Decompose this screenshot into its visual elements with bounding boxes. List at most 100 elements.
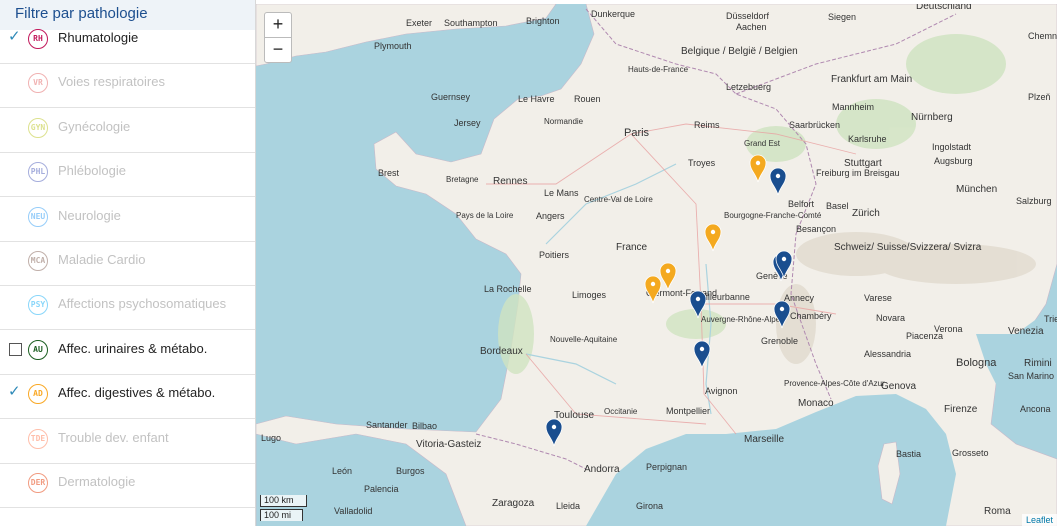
place-label: Paris bbox=[624, 127, 650, 139]
category-badge-icon: NEU bbox=[28, 206, 48, 227]
place-label: Burgos bbox=[396, 466, 425, 476]
filter-panel: Filtre par pathologie ✓ RH Rhumatologie VR V… bbox=[0, 0, 256, 526]
category-badge-icon: RH bbox=[28, 29, 48, 49]
place-label: Freiburg im Breisgau bbox=[816, 168, 900, 178]
filter-row-neu[interactable]: NEU Neurologie bbox=[0, 198, 255, 242]
scale-bar-km: 100 km bbox=[260, 495, 307, 507]
place-label: Deutschland bbox=[916, 4, 972, 12]
map-canvas[interactable]: Exeter Southampton Brighton Dunkerque Düssel… bbox=[256, 4, 1057, 526]
place-label: Provence-Alpes-Côte d'Azur bbox=[784, 379, 885, 388]
place-label: Le Havre bbox=[518, 94, 555, 104]
category-badge-icon: DER bbox=[28, 473, 48, 493]
place-label: Annecy bbox=[784, 293, 815, 303]
zoom-out-button[interactable]: − bbox=[264, 37, 292, 63]
filter-row-vr[interactable]: VR Voies respiratoires bbox=[0, 64, 255, 109]
place-label: Roma bbox=[984, 506, 1011, 517]
checkmark-icon[interactable]: ✓ bbox=[8, 29, 22, 44]
place-label: Jersey bbox=[454, 118, 481, 128]
place-label: Dunkerque bbox=[591, 9, 635, 19]
place-label: Firenze bbox=[944, 404, 978, 415]
place-label: Vitoria-Gasteiz bbox=[416, 439, 481, 450]
scale-bar-mi: 100 mi bbox=[260, 509, 303, 521]
place-label: Bretagne bbox=[446, 175, 479, 184]
filter-row-au[interactable]: AU Affec. urinaires & métabo. bbox=[0, 331, 255, 375]
place-label: Belfort bbox=[788, 199, 815, 209]
filter-row-ad[interactable]: ✓ AD Affec. digestives & métabo. bbox=[0, 375, 255, 420]
filter-row-mca[interactable]: MCA Maladie Cardio bbox=[0, 242, 255, 286]
place-label: Plzeň bbox=[1028, 92, 1051, 102]
place-label: Belgique / België / Belgien bbox=[681, 46, 798, 57]
place-label: Occitanie bbox=[604, 407, 638, 416]
place-label: Le Mans bbox=[544, 188, 579, 198]
place-label: Lugo bbox=[261, 433, 281, 443]
place-label: Rennes bbox=[493, 176, 527, 187]
filter-row-der[interactable]: DER Dermatologie bbox=[0, 464, 255, 508]
category-badge-icon: GYN bbox=[28, 117, 48, 138]
place-label: Alessandria bbox=[864, 349, 911, 359]
place-label: Marseille bbox=[744, 434, 784, 445]
place-label: Pays de la Loire bbox=[456, 211, 514, 220]
checkmark-icon[interactable]: ✓ bbox=[8, 384, 22, 399]
filter-row-gyn[interactable]: GYN Gynécologie bbox=[0, 109, 255, 153]
place-label: Auvergne-Rhône-Alpes bbox=[701, 315, 784, 324]
england-land bbox=[256, 4, 557, 67]
place-label: Girona bbox=[636, 501, 663, 511]
filter-label: Affec. digestives & métabo. bbox=[58, 385, 216, 401]
category-badge-icon: TDE bbox=[28, 428, 48, 449]
place-label: Brest bbox=[378, 168, 400, 178]
category-badge-icon: VR bbox=[28, 73, 48, 94]
place-label: Troyes bbox=[688, 158, 716, 168]
filter-label: Neurologie bbox=[58, 207, 121, 223]
place-label: Bordeaux bbox=[480, 346, 523, 357]
place-label: Letzebuerg bbox=[726, 82, 771, 92]
filter-row-rh[interactable]: ✓ RH Rhumatologie bbox=[0, 20, 255, 64]
filter-label: Maladie Cardio bbox=[58, 252, 146, 267]
place-label: München bbox=[956, 184, 997, 195]
place-label: Piacenza bbox=[906, 331, 943, 341]
place-label: Exeter bbox=[406, 18, 432, 28]
zoom-in-button[interactable]: + bbox=[264, 12, 292, 38]
place-label: Lleida bbox=[556, 501, 580, 511]
place-label: Aachen bbox=[736, 22, 767, 32]
place-label: Monaco bbox=[798, 398, 834, 409]
place-label: Limoges bbox=[572, 290, 607, 300]
filter-label: Voies respiratoires bbox=[58, 74, 165, 90]
place-label: Venezia bbox=[1008, 326, 1044, 337]
place-label: Perpignan bbox=[646, 462, 687, 472]
place-label: Bologna bbox=[956, 357, 997, 369]
filter-row-psy[interactable]: PSY Affections psychosomatiques bbox=[0, 286, 255, 331]
place-label: Brighton bbox=[526, 16, 560, 26]
place-label: Zaragoza bbox=[492, 498, 535, 509]
place-label: Ingolstadt bbox=[932, 142, 972, 152]
place-label: Siegen bbox=[828, 12, 856, 22]
place-label: San Marino bbox=[1008, 371, 1054, 381]
place-label: Salzburg bbox=[1016, 196, 1052, 206]
filter-label: Phlébologie bbox=[58, 163, 126, 179]
filter-label: Affections psychosomatiques bbox=[58, 296, 227, 312]
place-label: Genova bbox=[881, 381, 916, 392]
map-attribution-link[interactable]: Leaflet bbox=[1021, 514, 1057, 526]
place-label: Bastia bbox=[896, 449, 921, 459]
place-label: Bourgogne-Franche-Comté bbox=[724, 211, 822, 220]
category-badge-icon: AD bbox=[28, 384, 48, 405]
map-basemap: Exeter Southampton Brighton Dunkerque Düssel… bbox=[256, 4, 1057, 526]
place-label: Nouvelle-Aquitaine bbox=[550, 335, 618, 344]
place-label: Rouen bbox=[574, 94, 601, 104]
place-label: Montpellier bbox=[666, 406, 710, 416]
place-label: Reims bbox=[694, 120, 720, 130]
place-label: Zürich bbox=[852, 208, 880, 219]
place-label: Basel bbox=[826, 201, 849, 211]
filter-label: Gynécologie bbox=[58, 118, 131, 134]
place-label: Mannheim bbox=[832, 102, 874, 112]
place-label: Valladolid bbox=[334, 506, 372, 516]
filter-row-phl[interactable]: PHL Phlébologie bbox=[0, 153, 255, 198]
place-label: Trieste bbox=[1044, 314, 1057, 324]
place-label: Palencia bbox=[364, 484, 399, 494]
filter-row-tde[interactable]: TDE Trouble dev. enfant bbox=[0, 420, 255, 464]
place-label: La Rochelle bbox=[484, 284, 532, 294]
place-label: Rimini bbox=[1024, 358, 1052, 369]
filter-label: Trouble dev. enfant bbox=[58, 429, 169, 445]
category-badge-icon: PHL bbox=[28, 162, 48, 183]
place-label: Grand Est bbox=[744, 139, 781, 148]
checkbox[interactable] bbox=[9, 342, 22, 356]
